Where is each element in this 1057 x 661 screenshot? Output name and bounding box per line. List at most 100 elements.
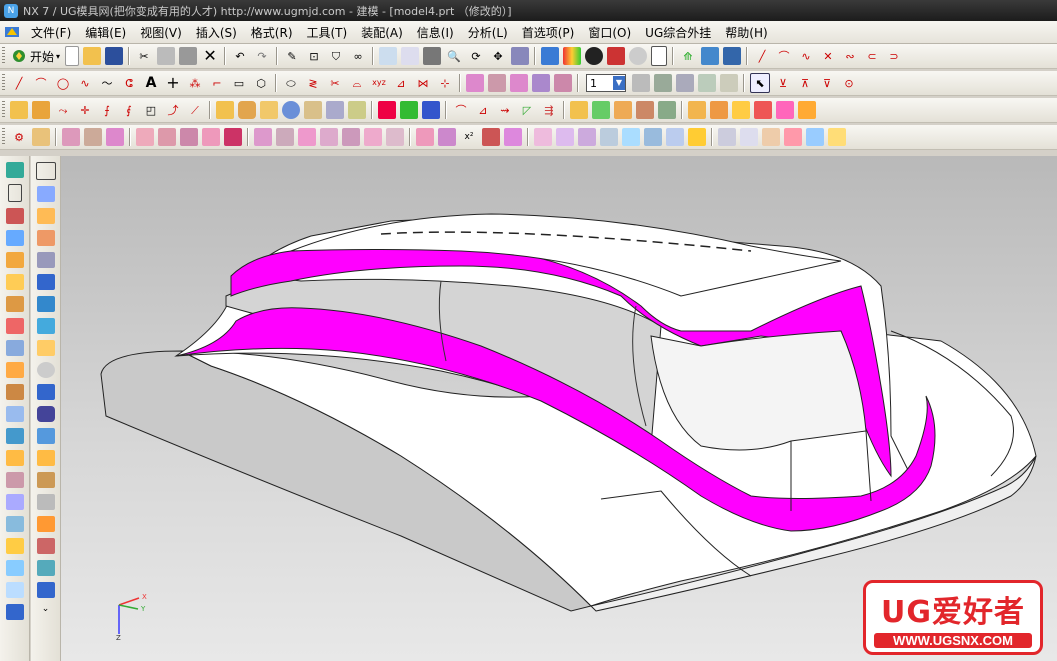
circle-icon[interactable]: ◯ (54, 74, 72, 92)
enlarge-icon[interactable] (600, 128, 618, 146)
copy-icon[interactable] (157, 47, 176, 65)
book-icon[interactable] (5, 428, 24, 444)
bridge-icon[interactable]: ⌓ (348, 74, 366, 92)
perspective-icon[interactable] (511, 47, 530, 65)
cube-icon[interactable] (36, 296, 55, 312)
sketch-curve-icon[interactable]: ⤴ (164, 101, 182, 119)
split-body-icon[interactable] (710, 101, 728, 119)
reflection-icon[interactable] (504, 128, 522, 146)
face-blend-icon[interactable] (224, 128, 242, 146)
point-icon[interactable]: + (164, 74, 182, 92)
pmi-icon[interactable] (5, 384, 24, 400)
offset-curve-icon[interactable]: ≷ (304, 74, 322, 92)
ellipse-icon[interactable]: ⬭ (282, 74, 300, 92)
draft-icon[interactable]: ◸ (518, 101, 536, 119)
line-icon[interactable]: ╱ (753, 47, 771, 65)
center-point-icon[interactable]: ⊙ (840, 74, 858, 92)
delete-face-icon[interactable] (740, 128, 758, 146)
wrap-geometry-icon[interactable] (776, 101, 794, 119)
snap-icon[interactable]: ∞ (349, 47, 367, 65)
sheet-to-solid-icon[interactable] (718, 128, 736, 146)
eraser-icon[interactable] (36, 252, 55, 268)
match-edge-icon[interactable] (578, 128, 596, 146)
cylinder-icon[interactable] (238, 101, 256, 119)
mold-wizard-icon[interactable] (5, 362, 24, 378)
wcs-icon[interactable]: ⟰ (679, 47, 697, 65)
history-icon[interactable] (5, 274, 24, 290)
line-icon[interactable]: ╱ (10, 74, 28, 92)
feature-icon[interactable] (701, 47, 720, 65)
wrap-icon[interactable] (488, 74, 506, 92)
menu-format[interactable]: 格式(R) (244, 24, 300, 41)
nx-menu-icon[interactable] (4, 24, 20, 40)
menu-ug-plugin[interactable]: UG综合外挂 (638, 24, 718, 41)
polygon-icon[interactable]: ⬡ (252, 74, 270, 92)
triad-tool-icon[interactable] (36, 560, 55, 576)
replace-face-icon[interactable] (762, 128, 780, 146)
shaded-icon[interactable] (585, 47, 604, 65)
box-tool-icon[interactable] (5, 494, 24, 510)
trim-icon[interactable]: ⟋ (186, 101, 204, 119)
box-small-icon[interactable] (36, 428, 55, 444)
point-set-icon[interactable]: ⁂ (186, 74, 204, 92)
block-tool-icon[interactable] (36, 274, 55, 290)
point-icon[interactable]: ✕ (819, 47, 837, 65)
spline-icon[interactable]: ∿ (76, 74, 94, 92)
arc-icon[interactable]: ⌒ (32, 74, 50, 92)
fillet-icon[interactable]: ⊂ (863, 47, 881, 65)
patch-icon[interactable] (754, 101, 772, 119)
extrude-icon[interactable] (10, 101, 28, 119)
part-navigator-icon[interactable] (5, 162, 24, 178)
ruler-icon[interactable] (32, 128, 50, 146)
join-icon[interactable] (510, 74, 528, 92)
menu-file[interactable]: 文件(F) (24, 24, 78, 41)
snap-point-icon[interactable]: ⬉ (750, 73, 770, 93)
menu-preferences[interactable]: 首选项(P) (515, 24, 582, 41)
layout-icon[interactable] (35, 162, 56, 180)
redo-icon[interactable]: ↷ (253, 47, 271, 65)
reuse-library-icon[interactable] (5, 230, 24, 246)
flip-icon[interactable] (5, 516, 24, 532)
ruled-icon[interactable] (364, 128, 382, 146)
menu-view[interactable]: 视图(V) (133, 24, 189, 41)
extract-body-icon[interactable] (614, 101, 632, 119)
styled-blend-icon[interactable] (202, 128, 220, 146)
sphere-icon[interactable] (282, 101, 300, 119)
trim-tool-icon[interactable] (36, 472, 55, 488)
through-curves-icon[interactable] (62, 128, 80, 146)
toolbar-grip[interactable] (2, 47, 5, 65)
delete-icon[interactable]: ✕ (201, 47, 219, 65)
move-layer-icon[interactable] (654, 74, 672, 92)
boss-icon[interactable] (304, 101, 322, 119)
clip-icon[interactable] (5, 560, 24, 576)
wrench-icon[interactable] (5, 472, 24, 488)
filter-icon[interactable]: ⛉ (327, 47, 345, 65)
link-icon[interactable] (36, 516, 55, 532)
cube-blue-icon[interactable] (36, 582, 55, 598)
xyz-icon[interactable]: xyz (370, 74, 388, 92)
layer-settings-icon[interactable] (632, 74, 650, 92)
web-browser-icon[interactable] (5, 252, 24, 268)
sew-icon[interactable] (732, 101, 750, 119)
trim-curve-icon[interactable]: ✂ (326, 74, 344, 92)
thicken-icon[interactable]: ⇶ (540, 101, 558, 119)
law-extension-icon[interactable] (276, 128, 294, 146)
pencil-icon[interactable]: ✎ (283, 47, 301, 65)
zoom-window-icon[interactable] (423, 47, 442, 65)
toolbar-grip[interactable] (2, 128, 5, 146)
chamfer-icon[interactable]: ⊿ (474, 101, 492, 119)
ruler-tool-icon[interactable] (36, 450, 55, 466)
section-icon[interactable] (554, 74, 572, 92)
wizard-icon[interactable] (36, 208, 55, 224)
intersect-icon[interactable]: ⋈ (414, 74, 432, 92)
x-form-icon[interactable] (534, 128, 552, 146)
pan-icon[interactable]: ✥ (489, 47, 507, 65)
curvature-icon[interactable] (438, 128, 456, 146)
styled-sweep-icon[interactable] (180, 128, 198, 146)
sketch-icon[interactable]: ⨐ (120, 101, 138, 119)
project-icon[interactable]: ⊿ (392, 74, 410, 92)
control-point-icon[interactable]: ⊽ (818, 74, 836, 92)
block-icon[interactable] (216, 101, 234, 119)
arc-icon[interactable]: ⌒ (775, 47, 793, 65)
helix-icon[interactable]: ⵛ (120, 74, 138, 92)
